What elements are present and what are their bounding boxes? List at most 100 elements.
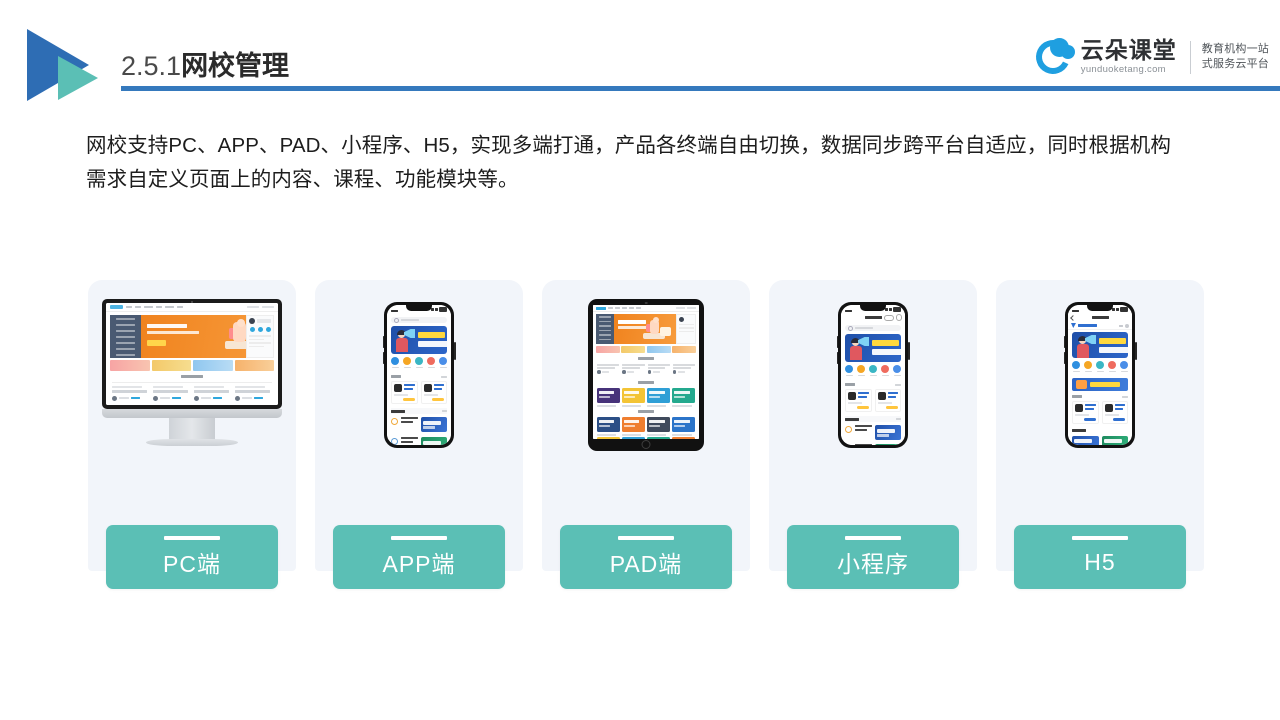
teacher-section-header xyxy=(1072,394,1128,399)
platform-label-box[interactable]: 小程序 xyxy=(787,525,959,589)
course-list-item[interactable] xyxy=(391,437,447,445)
pc-website-screen xyxy=(106,303,278,405)
label-accent-bar xyxy=(845,536,901,540)
pc-category-sidebar xyxy=(110,315,141,358)
pad-banner-illustration xyxy=(642,317,672,341)
course-list-item[interactable] xyxy=(391,417,447,435)
teacher-tag xyxy=(402,397,415,401)
double-triangle-play-icon xyxy=(27,29,113,101)
h5-course-thumbnails[interactable] xyxy=(1072,436,1128,445)
battery-icon xyxy=(893,307,901,312)
banner-title-line1 xyxy=(1099,338,1126,344)
app-hero-banner[interactable] xyxy=(1072,332,1128,358)
platform-label-box[interactable]: PC端 xyxy=(106,525,278,589)
course-section-header xyxy=(1072,427,1128,433)
volume-up-button xyxy=(382,336,384,348)
teacher-card[interactable] xyxy=(420,381,447,404)
smartphone-icon xyxy=(382,302,456,448)
close-icon xyxy=(895,314,902,321)
teacher-avatar xyxy=(848,392,856,400)
platform-card-app[interactable]: APP端 xyxy=(315,280,523,589)
notch-shape xyxy=(860,305,886,311)
home-button-icon[interactable] xyxy=(641,439,651,449)
platform-label-text: H5 xyxy=(1084,548,1116,575)
platform-card-miniprogram[interactable]: 小程序 xyxy=(769,280,977,589)
teacher-avatar xyxy=(394,384,402,392)
smartphone-icon xyxy=(836,302,910,448)
browser-nav-bar xyxy=(1068,313,1132,322)
body-paragraph: 网校支持PC、APP、PAD、小程序、H5，实现多端打通，产品各终端自由切换，数… xyxy=(86,129,1214,197)
course-type-icon xyxy=(391,438,398,445)
platform-label-text: 小程序 xyxy=(837,551,909,577)
status-icons xyxy=(885,307,901,312)
app-hero-banner[interactable] xyxy=(845,334,901,362)
pad-site-header xyxy=(593,305,699,312)
battery-icon xyxy=(1120,307,1128,312)
banner-title-line1 xyxy=(418,332,445,338)
miniprogram-title xyxy=(864,316,882,319)
platform-card-pc[interactable]: PC端 xyxy=(88,280,296,589)
pc-site-header xyxy=(106,303,278,312)
promo-icon xyxy=(1076,380,1087,389)
quick-action-icons[interactable] xyxy=(1072,361,1128,375)
platform-label-box[interactable]: APP端 xyxy=(333,525,505,589)
avatar xyxy=(1125,323,1129,328)
course-thumbnail xyxy=(875,444,901,445)
pc-promo-strip xyxy=(110,360,274,371)
teacher-card-list[interactable] xyxy=(845,389,901,412)
platform-card-h5[interactable]: H5 xyxy=(996,280,1204,589)
phone-display xyxy=(387,305,451,445)
pc-nav-item xyxy=(126,306,132,308)
course-list-item[interactable] xyxy=(845,444,901,445)
imac-bezel xyxy=(102,299,282,409)
teacher-card[interactable] xyxy=(874,389,901,412)
platform-label-box[interactable]: H5 xyxy=(1014,525,1186,589)
more-icon xyxy=(883,314,894,321)
teacher-card[interactable] xyxy=(845,389,872,412)
pc-nav-item xyxy=(144,306,153,308)
pc-nav-item xyxy=(165,306,174,308)
teacher-card-list[interactable] xyxy=(1072,401,1128,424)
h5-site-logo-icon xyxy=(1071,323,1076,328)
teacher-card-list[interactable] xyxy=(391,381,447,404)
course-thumbnail xyxy=(421,417,447,432)
pad-hero-region xyxy=(596,314,696,344)
search-input[interactable] xyxy=(845,325,901,331)
banner-title-line2 xyxy=(418,341,447,347)
label-accent-bar xyxy=(618,536,674,540)
quick-action-icons[interactable] xyxy=(391,357,447,371)
battery-icon xyxy=(439,307,447,312)
pad-course-grid-row[interactable] xyxy=(597,388,695,407)
platform-label-box[interactable]: PAD端 xyxy=(560,525,732,589)
quick-action-icons[interactable] xyxy=(845,365,901,379)
h5-promo-banner[interactable] xyxy=(1072,378,1128,391)
banner-title-line1 xyxy=(872,340,899,346)
smartphone-icon xyxy=(1063,302,1137,448)
triangle-front-shape xyxy=(58,56,98,100)
teacher-avatar xyxy=(423,384,432,392)
webcam-icon xyxy=(644,301,648,304)
course-list-item[interactable] xyxy=(845,425,901,443)
promo-title xyxy=(1090,382,1120,387)
brand-name: 云朵课堂 xyxy=(1080,37,1177,64)
miniprogram-capsule-buttons[interactable] xyxy=(883,314,902,321)
pad-course-grid-row[interactable] xyxy=(597,417,695,436)
pc-section-title xyxy=(181,375,203,378)
h5-header-actions[interactable] xyxy=(1119,323,1129,328)
teacher-card[interactable] xyxy=(1072,401,1099,424)
back-arrow-icon[interactable] xyxy=(1070,314,1076,321)
course-section-header xyxy=(845,416,901,422)
imac-display xyxy=(106,303,278,405)
power-button xyxy=(454,342,456,360)
teacher-card[interactable] xyxy=(1101,401,1128,424)
app-hero-banner[interactable] xyxy=(391,326,447,354)
teacher-tag xyxy=(1083,417,1096,421)
teacher-card[interactable] xyxy=(391,381,418,404)
search-input[interactable] xyxy=(391,317,447,323)
course-thumbnail xyxy=(1072,436,1099,445)
search-placeholder xyxy=(401,319,419,321)
brand-text-block: 云朵课堂 yunduoketang.com xyxy=(1080,37,1177,76)
power-button xyxy=(1135,342,1137,360)
platform-card-pad[interactable]: PAD端 xyxy=(542,280,750,589)
device-mockup-zone xyxy=(542,280,750,470)
